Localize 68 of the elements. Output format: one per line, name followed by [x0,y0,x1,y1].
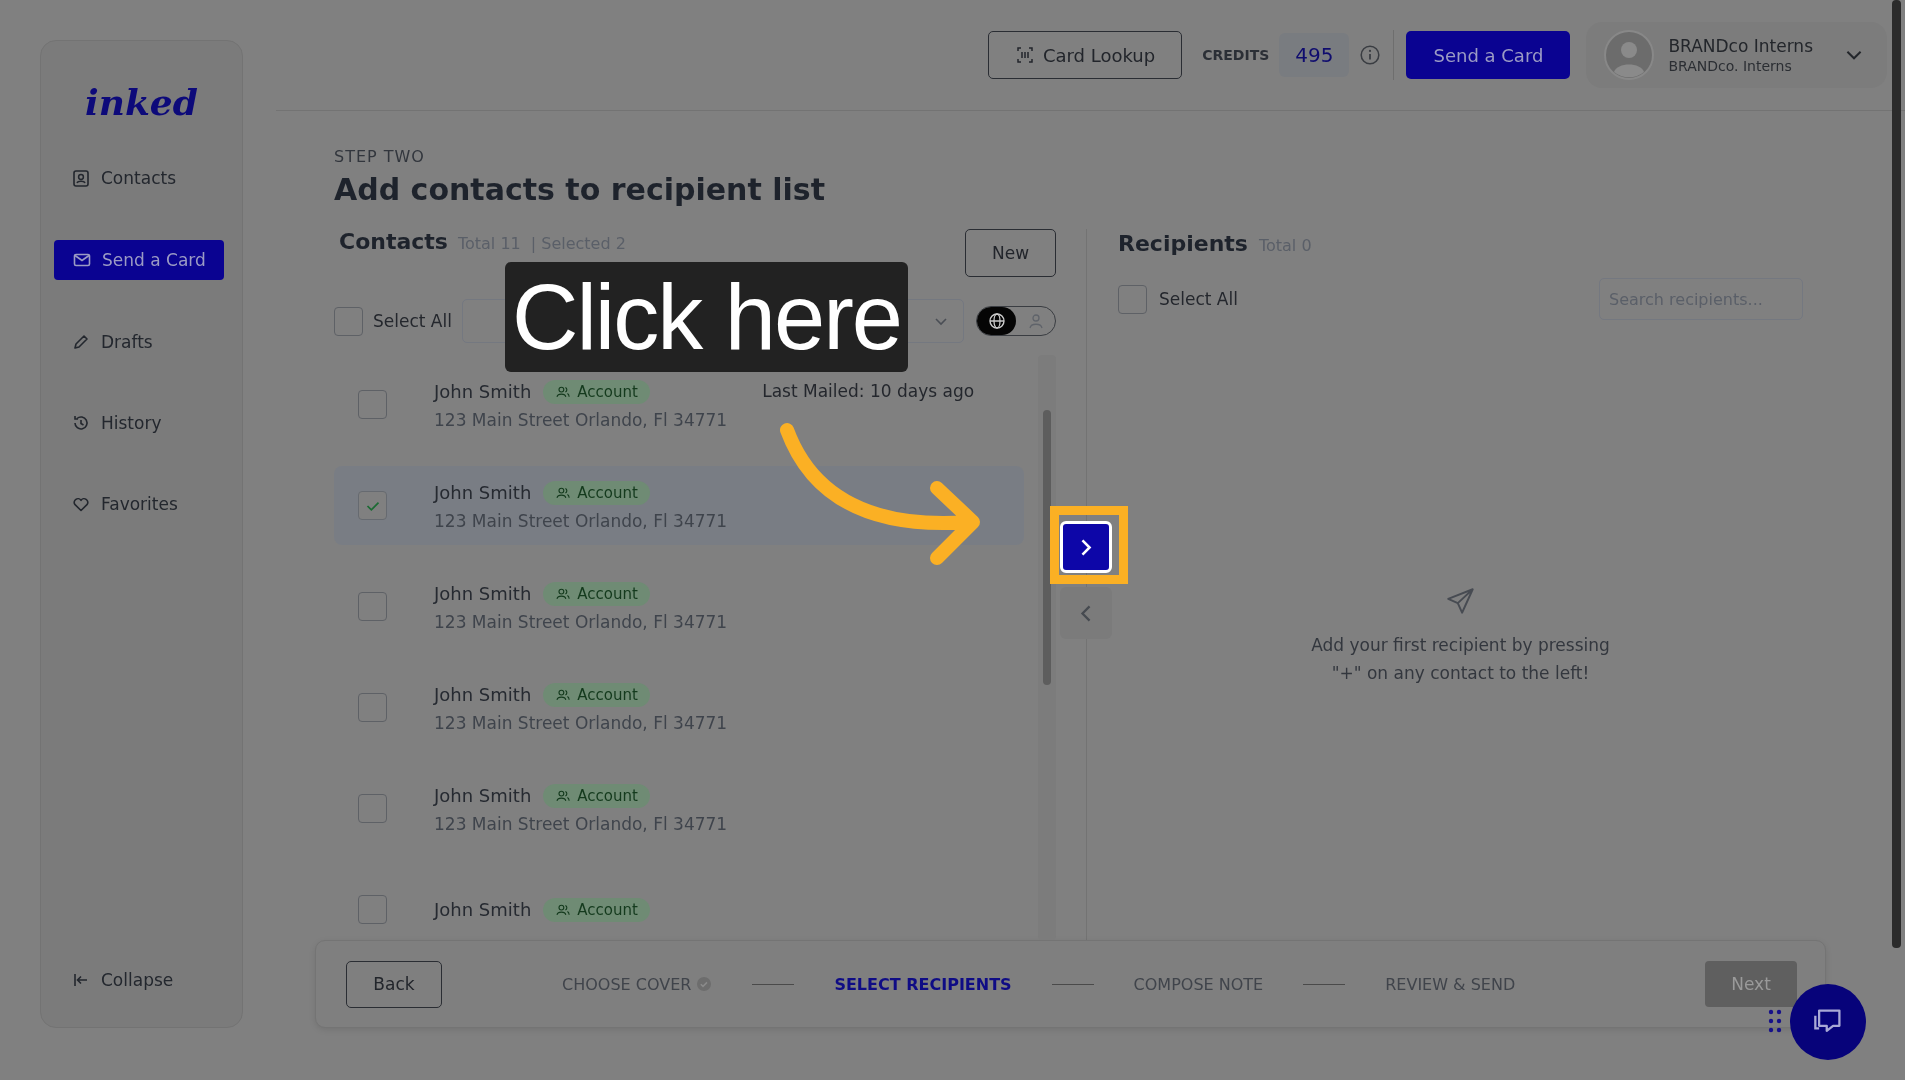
empty-state-text: Add your first recipient by pressing "+" on any contact to the left! [1310,634,1611,685]
avatar-icon [1604,30,1655,80]
send-card-button[interactable]: Send a Card [1406,31,1571,79]
step-link[interactable]: COMPOSE NOTE [1133,974,1264,994]
page-scrollbar[interactable] [1892,0,1901,948]
pencil-icon [71,332,91,352]
row-checkbox[interactable] [358,895,387,924]
add-to-recipients-button[interactable] [1060,521,1112,573]
select-all-label: Select All [1159,289,1238,309]
row-checkbox[interactable] [358,592,387,621]
scan-icon [1014,45,1035,65]
back-button[interactable]: Back [346,960,442,1008]
account-tag: Account [543,682,650,707]
step-label: STEP TWO [334,147,426,166]
chevron-right-icon [1081,538,1091,556]
select-all-checkbox[interactable] [334,306,363,336]
contact-address: 123 Main Street Orlando, Fl 34771 [434,813,728,834]
contact-address: 123 Main Street Orlando, Fl 34771 [434,510,728,531]
user-name: BRANDco Interns [1668,36,1813,56]
row-checkbox[interactable] [358,693,387,722]
contact-name: John Smith [434,381,532,402]
drag-handle-icon[interactable] [1768,1009,1782,1033]
sidebar-item[interactable]: Drafts [56,323,168,361]
contacts-title: Contacts [339,229,448,254]
account-tag: Account [543,897,650,922]
step-link[interactable]: REVIEW & SEND [1385,974,1516,994]
credits-label: CREDITS [1202,47,1270,63]
chevron-left-icon [1081,604,1091,622]
user-menu[interactable]: BRANDco Interns BRANDco. Interns [1586,22,1887,88]
step-link[interactable]: CHOOSE COVER [562,974,713,994]
page-title: Add contacts to recipient list [334,172,826,207]
contact-address: 123 Main Street Orlando, Fl 34771 [434,712,728,733]
select-all-checkbox[interactable] [1118,284,1147,314]
contact-name: John Smith [434,482,532,503]
row-checkbox[interactable] [358,491,387,520]
remove-from-recipients-button[interactable] [1060,587,1112,639]
globe-icon[interactable] [977,307,1016,335]
card-lookup-button[interactable]: Card Lookup [987,31,1183,79]
row-checkbox[interactable] [358,794,387,823]
account-tag: Account [543,480,650,505]
click-here-tooltip: Click here [505,262,908,372]
contact-name: John Smith [434,899,532,920]
history-icon [71,413,91,433]
contact-address: 123 Main Street Orlando, Fl 34771 [434,409,728,430]
logo: inked [84,81,199,123]
paper-plane-icon [1444,585,1477,617]
sidebar-item[interactable]: History [56,404,177,442]
last-mailed-text: Last Mailed: 10 days ago [762,381,975,401]
account-tag: Account [543,379,650,404]
select-all-label: Select All [373,311,452,331]
info-icon[interactable] [1359,44,1382,66]
step-link[interactable]: SELECT RECIPIENTS [834,974,1012,994]
contact-name: John Smith [434,785,532,806]
sidebar-item[interactable]: Contacts [56,159,191,197]
scrollbar-thumb[interactable] [1043,410,1051,685]
organization-name: BRANDco. Interns [1668,58,1793,74]
collapse-button[interactable]: Collapse [56,961,189,999]
contact-name: John Smith [434,684,532,705]
account-tag: Account [543,581,650,606]
credits-count: 495 [1279,33,1350,77]
sidebar-item[interactable]: Favorites [56,485,193,523]
account-tag: Account [543,783,650,808]
contact-address: 123 Main Street Orlando, Fl 34771 [434,611,728,632]
recipients-title: Recipients [1118,231,1248,256]
contact-name: John Smith [434,583,532,604]
contact-card-icon [71,168,91,188]
row-checkbox[interactable] [358,390,387,419]
sidebar-item[interactable]: Send a Card [54,240,224,280]
